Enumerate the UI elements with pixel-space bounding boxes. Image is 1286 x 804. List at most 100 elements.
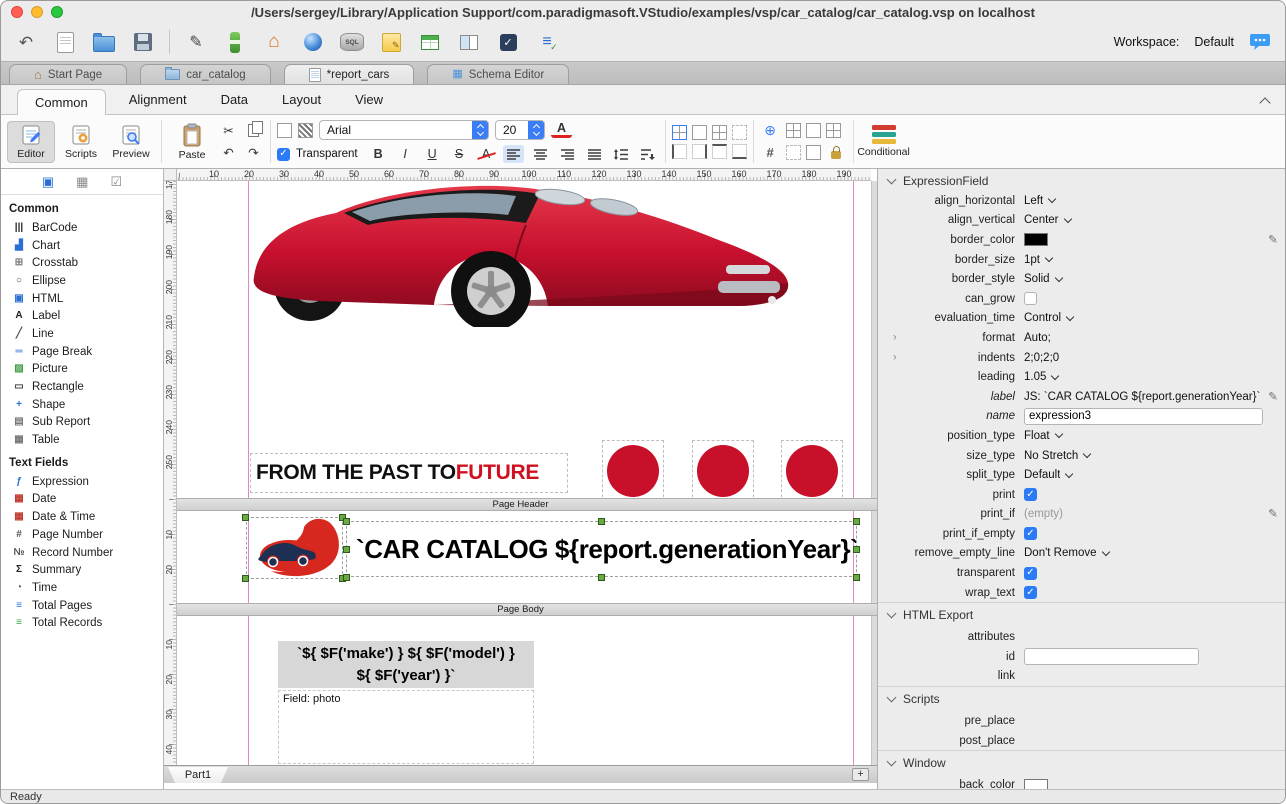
property-control[interactable]: Control xyxy=(1024,312,1286,324)
palette-item-date-time[interactable]: ▦Date & Time xyxy=(1,508,163,526)
expander-icon[interactable]: › xyxy=(893,351,897,363)
property-control[interactable] xyxy=(1024,292,1286,305)
slogan-label[interactable]: FROM THE PAST TO FUTURE xyxy=(250,453,568,493)
fill-swatch-button[interactable] xyxy=(277,123,292,138)
body-expression-field[interactable]: `${ $F('make') } ${ $F('model') } ${ $F(… xyxy=(278,641,534,688)
show-grid-button[interactable]: # xyxy=(760,144,781,162)
property-control[interactable]: 2;0;2;0 xyxy=(1024,352,1286,364)
expander-icon[interactable]: › xyxy=(893,331,897,343)
new-document-button[interactable] xyxy=(52,29,78,55)
notes-button[interactable]: ✎ xyxy=(378,29,404,55)
collapse-ribbon-button[interactable] xyxy=(1258,96,1272,106)
checklist-tab[interactable]: ☑ xyxy=(110,175,122,188)
property-control[interactable]: ✓ xyxy=(1024,488,1286,501)
task-list-button[interactable]: ≡ xyxy=(534,29,560,55)
table-tool-button[interactable] xyxy=(417,29,443,55)
palette-item-table[interactable]: ▦Table xyxy=(1,431,163,449)
line-spacing-button[interactable] xyxy=(611,145,632,163)
menu-tab-alignment[interactable]: Alignment xyxy=(123,85,193,114)
palette-item-summary[interactable]: ΣSummary xyxy=(1,561,163,579)
border-inner-icon[interactable] xyxy=(712,125,727,140)
property-input-name[interactable] xyxy=(1024,408,1263,425)
sql-button[interactable]: SQL xyxy=(339,29,365,55)
palette-item-page-number[interactable]: #Page Number xyxy=(1,526,163,544)
photo-field[interactable]: Field: photo xyxy=(278,690,534,764)
edit-pencil-icon[interactable]: ✎ xyxy=(1268,232,1278,246)
selection-handle[interactable] xyxy=(853,574,860,581)
transparent-checkbox[interactable]: ✓ xyxy=(277,148,290,161)
property-control[interactable]: Don't Remove xyxy=(1024,547,1286,559)
property-control[interactable]: (empty) xyxy=(1024,508,1286,520)
selection-handle[interactable] xyxy=(343,546,350,553)
checkbox[interactable]: ✓ xyxy=(1024,567,1037,580)
inspector-section-scripts[interactable]: Scripts xyxy=(878,686,1286,711)
part-tab[interactable]: Part1 xyxy=(168,767,228,783)
palette-item-total-pages[interactable]: ≡Total Pages xyxy=(1,597,163,615)
scripts-button[interactable]: Scripts xyxy=(57,122,105,162)
editor-button[interactable]: Editor xyxy=(7,121,55,163)
property-control[interactable]: Float xyxy=(1024,430,1286,442)
palette-item-page-break[interactable]: ═Page Break xyxy=(1,343,163,361)
pattern-swatch-button[interactable] xyxy=(298,123,313,138)
selection-handle[interactable] xyxy=(242,575,249,582)
tab-schema-editor[interactable]: ▦Schema Editor xyxy=(427,64,569,84)
ellipse-shape[interactable] xyxy=(781,440,843,502)
align-center-button[interactable] xyxy=(530,145,551,163)
checkbox[interactable]: ✓ xyxy=(1024,527,1037,540)
palette-item-total-records[interactable]: ≡Total Records xyxy=(1,614,163,632)
menu-tab-layout[interactable]: Layout xyxy=(276,85,327,114)
property-control[interactable]: Left xyxy=(1024,195,1286,207)
tab-report-cars[interactable]: *report_cars xyxy=(284,64,415,84)
border-none-icon[interactable] xyxy=(732,125,747,140)
underline-button[interactable]: U xyxy=(422,145,443,163)
menu-tab-common[interactable]: Common xyxy=(17,89,106,115)
palette-item-label[interactable]: ALabel xyxy=(1,307,163,325)
palette-item-ellipse[interactable]: ○Ellipse xyxy=(1,272,163,290)
open-folder-button[interactable] xyxy=(91,29,117,55)
property-control[interactable]: 1.05 xyxy=(1024,371,1286,383)
selection-handle[interactable] xyxy=(343,574,350,581)
save-button[interactable] xyxy=(130,29,156,55)
palette-item-barcode[interactable]: |||BarCode xyxy=(1,219,163,237)
checkbox[interactable]: ✓ xyxy=(1024,586,1037,599)
workspace-value[interactable]: Default xyxy=(1194,35,1234,49)
palette-item-shape[interactable]: +Shape xyxy=(1,396,163,414)
bold-button[interactable]: B xyxy=(368,145,389,163)
strikethrough-button[interactable]: S xyxy=(449,145,470,163)
palette-item-sub-report[interactable]: ▤Sub Report xyxy=(1,414,163,432)
edit-pencil-icon[interactable]: ✎ xyxy=(1268,389,1278,403)
copy-button[interactable] xyxy=(243,122,264,140)
home-button[interactable]: ⌂ xyxy=(261,29,287,55)
inspector-section-expressionfield[interactable]: ExpressionField xyxy=(878,171,1286,191)
property-control[interactable]: Default xyxy=(1024,469,1286,481)
validate-button[interactable]: ✓ xyxy=(495,29,521,55)
palette-item-html[interactable]: ▣HTML xyxy=(1,290,163,308)
hide-grid-icon[interactable] xyxy=(786,145,801,160)
insert-table-icon[interactable] xyxy=(786,123,801,138)
lock-button[interactable] xyxy=(826,144,847,162)
palette-item-crosstab[interactable]: ⊞Crosstab xyxy=(1,254,163,272)
inspector-section-html-export[interactable]: HTML Export xyxy=(878,602,1286,627)
align-right-button[interactable] xyxy=(557,145,578,163)
border-all-icon[interactable] xyxy=(672,125,687,140)
paste-button[interactable]: Paste xyxy=(168,121,216,163)
selection-handle[interactable] xyxy=(343,518,350,525)
palette-item-expression[interactable]: ƒExpression xyxy=(1,473,163,491)
property-control[interactable]: ✓ xyxy=(1024,567,1286,580)
property-control[interactable]: ✓ xyxy=(1024,586,1286,599)
border-bottom-icon[interactable] xyxy=(732,144,747,159)
minimize-button[interactable] xyxy=(31,6,43,18)
page-header-band[interactable]: Page Header xyxy=(164,498,877,511)
preview-button[interactable]: Preview xyxy=(107,122,155,162)
layout-panes-button[interactable] xyxy=(456,29,482,55)
palette-item-chart[interactable]: ▟Chart xyxy=(1,237,163,255)
snap-target-button[interactable]: ⊕ xyxy=(760,122,781,140)
border-right-icon[interactable] xyxy=(692,144,707,159)
add-part-button[interactable]: + xyxy=(852,768,869,781)
menu-tab-data[interactable]: Data xyxy=(215,85,254,114)
chat-button[interactable] xyxy=(1247,29,1273,55)
menu-tab-view[interactable]: View xyxy=(349,85,389,114)
undo-small-button[interactable]: ↶ xyxy=(218,144,239,162)
checkbox[interactable]: ✓ xyxy=(1024,488,1037,501)
components-tab[interactable]: ▣ xyxy=(42,175,54,188)
